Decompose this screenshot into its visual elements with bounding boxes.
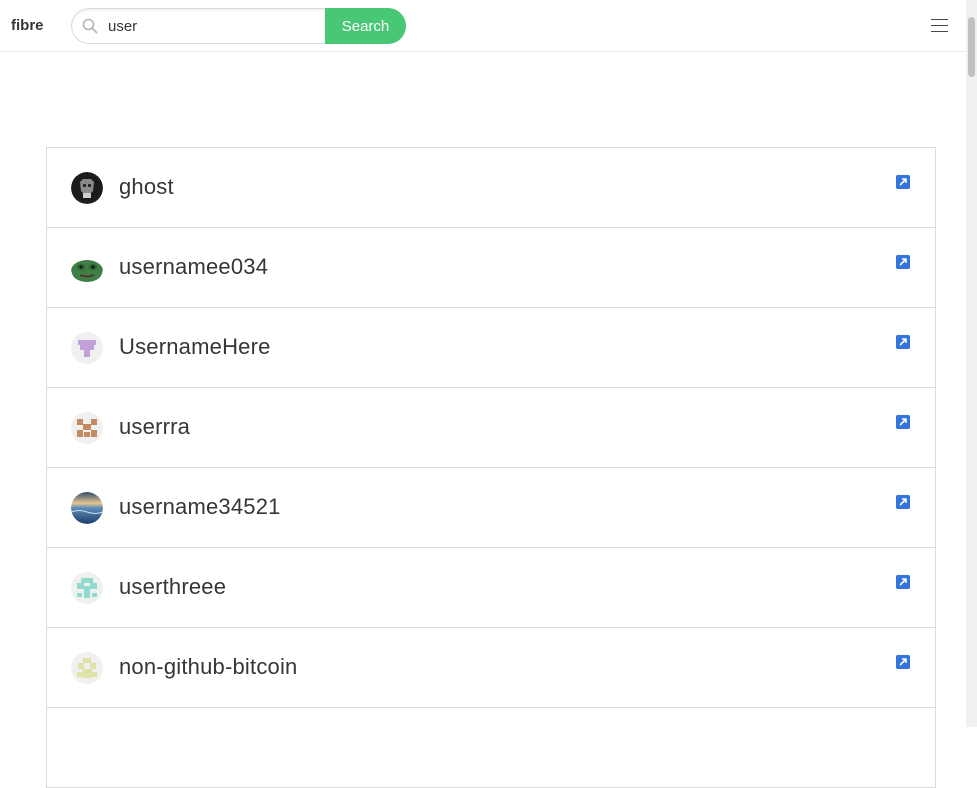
list-item[interactable]: username34521 (47, 468, 935, 548)
list-item[interactable]: usernamee034 (47, 228, 935, 308)
external-link-icon[interactable] (896, 255, 910, 269)
username[interactable]: UsernameHere (119, 334, 271, 360)
external-link-icon[interactable] (896, 335, 910, 349)
username[interactable]: userthreee (119, 574, 226, 600)
external-link-icon[interactable] (896, 575, 910, 589)
scrollbar[interactable] (966, 0, 977, 727)
scrollbar-thumb[interactable] (968, 17, 975, 77)
user-avatar (71, 572, 103, 604)
search-button[interactable]: Search (325, 8, 406, 44)
username[interactable]: ghost (119, 174, 174, 200)
list-item[interactable] (47, 708, 935, 788)
list-item[interactable]: userrra (47, 388, 935, 468)
search-field[interactable] (71, 8, 325, 44)
list-item[interactable]: userthreee (47, 548, 935, 628)
user-avatar (71, 252, 103, 284)
list-item[interactable]: ghost (47, 148, 935, 228)
user-avatar (71, 492, 103, 524)
navbar: fibre Search (0, 0, 966, 52)
user-avatar (71, 172, 103, 204)
external-link-icon[interactable] (896, 495, 910, 509)
username[interactable]: non-github-bitcoin (119, 654, 298, 680)
search-bar: Search (71, 8, 406, 44)
search-icon (82, 18, 98, 34)
search-input[interactable] (108, 9, 318, 43)
external-link-icon[interactable] (896, 175, 910, 189)
hamburger-menu-icon[interactable] (931, 19, 948, 32)
external-link-icon[interactable] (896, 415, 910, 429)
username[interactable]: username34521 (119, 494, 281, 520)
list-item[interactable]: UsernameHere (47, 308, 935, 388)
user-avatar (71, 652, 103, 684)
user-results-list: ghost usernamee034 UsernameHere userrra … (46, 147, 936, 788)
username[interactable]: usernamee034 (119, 254, 268, 280)
user-avatar (71, 332, 103, 364)
list-item[interactable]: non-github-bitcoin (47, 628, 935, 708)
username[interactable]: userrra (119, 414, 190, 440)
brand-logo[interactable]: fibre (11, 17, 44, 34)
user-avatar (71, 412, 103, 444)
external-link-icon[interactable] (896, 655, 910, 669)
